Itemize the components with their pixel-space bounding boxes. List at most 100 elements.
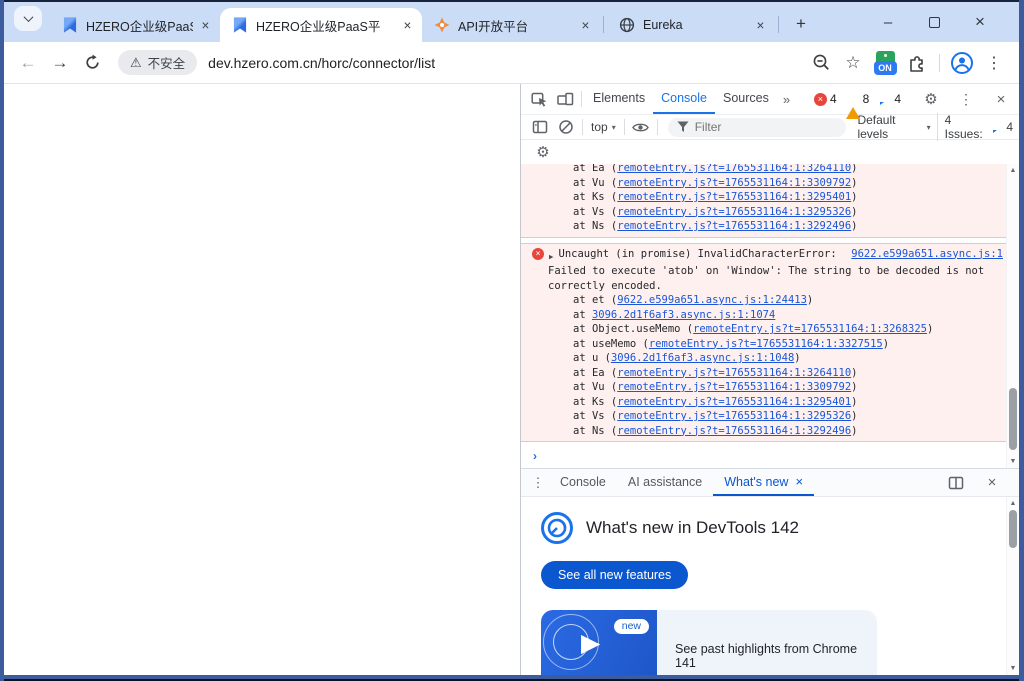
devtools-menu-button[interactable]: ⋮ (953, 86, 979, 112)
warning-icon: ! (846, 93, 860, 105)
console-messages: at Ea (remoteEntry.js?t=1765531164:1:326… (521, 164, 1019, 468)
devtools-panel: Elements Console Sources » × 4 ! 8 4 (520, 84, 1019, 675)
console-sidebar-toggle[interactable] (527, 114, 553, 140)
address-bar[interactable]: ⚠ 不安全 dev.hzero.com.cn/horc/connector/li… (112, 47, 796, 79)
clear-console-button[interactable] (553, 114, 579, 140)
stack-link[interactable]: remoteEntry.js?t=1765531164:1:3327515 (649, 338, 883, 350)
stack-link[interactable]: remoteEntry.js?t=1765531164:1:3295326 (617, 410, 851, 422)
device-toolbar-button[interactable] (552, 86, 578, 112)
past-highlights-card[interactable]: ▶ new See past highlights from Chrome 14… (541, 610, 877, 675)
maximize-button[interactable] (911, 7, 957, 37)
message-badge[interactable]: 4 (878, 92, 901, 106)
bookmark-button[interactable]: ☆ (838, 48, 868, 78)
context-selector[interactable]: top ▾ (586, 120, 621, 134)
stack-frame: at 3096.2d1f6af3.async.js:1:1074 (521, 308, 1006, 323)
expand-triangle-icon[interactable]: ▶ (549, 250, 554, 265)
error-badge[interactable]: × 4 (814, 92, 837, 106)
stack-link[interactable]: remoteEntry.js?t=1765531164:1:3292496 (617, 220, 851, 232)
live-expression-button[interactable] (628, 114, 654, 140)
stack-link[interactable]: remoteEntry.js?t=1765531164:1:3295401 (617, 191, 851, 203)
tab-elements[interactable]: Elements (585, 84, 653, 114)
stack-frame: at et (9622.e599a651.async.js:1:24413) (521, 293, 1006, 308)
browser-menu-button[interactable]: ⋮ (979, 48, 1009, 78)
console-scrollbar[interactable]: ▲ ▼ (1006, 164, 1019, 468)
filter-input[interactable] (695, 120, 835, 134)
devtools-logo-icon (541, 512, 573, 544)
minimize-button[interactable]: – (865, 7, 911, 37)
scroll-down-arrow[interactable]: ▼ (1007, 458, 1019, 465)
security-chip[interactable]: ⚠ 不安全 (118, 50, 197, 75)
stack-link[interactable]: remoteEntry.js?t=1765531164:1:3295401 (617, 396, 851, 408)
tab-close-icon[interactable]: × (399, 17, 416, 34)
drawer-tab-whats-new[interactable]: What's new × (713, 469, 814, 496)
drawer-close-button[interactable]: × (979, 470, 1005, 496)
forward-button[interactable]: → (44, 47, 76, 79)
stack-link[interactable]: remoteEntry.js?t=1765531164:1:3264110 (617, 164, 851, 174)
scroll-up-arrow[interactable]: ▲ (1007, 167, 1019, 174)
console-prompt[interactable]: › (521, 442, 1006, 463)
play-icon[interactable]: ▶ (581, 628, 600, 658)
message-count: 4 (894, 92, 901, 106)
tab-api-platform[interactable]: API开放平台 × (422, 8, 600, 42)
eye-icon (632, 121, 649, 134)
stack-link[interactable]: remoteEntry.js?t=1765531164:1:3309792 (617, 381, 851, 393)
drawer-tab-ai-assistance[interactable]: AI assistance (617, 469, 713, 496)
reload-button[interactable] (76, 47, 108, 79)
whats-new-panel: What's new in DevTools 142 See all new f… (521, 497, 1019, 675)
tab-close-icon[interactable]: × (752, 17, 769, 34)
log-levels-selector[interactable]: Default levels ▾ (853, 113, 934, 141)
back-button[interactable]: ← (12, 47, 44, 79)
devtools-badges: × 4 ! 8 4 ⚙ ⋮ × (814, 86, 1014, 112)
stack-link[interactable]: remoteEntry.js?t=1765531164:1:3295326 (617, 206, 851, 218)
new-tab-button[interactable]: + (788, 11, 814, 37)
window-close-button[interactable]: × (957, 7, 1003, 37)
drawer-menu-button[interactable]: ⋮ (527, 472, 549, 494)
stack-link[interactable]: remoteEntry.js?t=1765531164:1:3268325 (693, 323, 927, 335)
tab-hzero-2-active[interactable]: HZERO企业级PaaS平 × (220, 8, 422, 42)
console-settings-button[interactable]: ⚙ (530, 139, 556, 165)
warning-badge[interactable]: ! 8 (846, 92, 870, 106)
tab-console[interactable]: Console (653, 84, 715, 114)
drawer-tab-console[interactable]: Console (549, 469, 617, 496)
whats-new-header: What's new in DevTools 142 (541, 512, 993, 544)
error-block-uncaught: × ▶ Uncaught (in promise) InvalidCharact… (521, 243, 1006, 443)
stack-link[interactable]: remoteEntry.js?t=1765531164:1:3292496 (617, 425, 851, 437)
stack-link[interactable]: remoteEntry.js?t=1765531164:1:3264110 (617, 367, 851, 379)
devtools-settings-button[interactable]: ⚙ (918, 86, 944, 112)
tab-close-icon[interactable]: × (577, 17, 594, 34)
toolbar-right-icons: ☆ ON ⋮ (806, 48, 1011, 78)
extensions-button[interactable] (902, 48, 932, 78)
stack-frame: at Ks (remoteEntry.js?t=1765531164:1:329… (521, 190, 1006, 205)
tab-hzero-1[interactable]: HZERO企业级PaaS平 × (50, 8, 220, 42)
console-filter[interactable] (668, 118, 847, 137)
scrollbar-thumb[interactable] (1009, 510, 1017, 548)
toolbar-divider (581, 91, 582, 107)
reload-icon (84, 54, 101, 71)
extension-on-button[interactable]: ON (870, 48, 900, 78)
split-panel-button[interactable] (943, 470, 969, 496)
drawer-tab-close-icon[interactable]: × (795, 474, 803, 489)
stack-link[interactable]: 3096.2d1f6af3.async.js:1:1074 (592, 309, 775, 321)
inspect-element-button[interactable] (526, 86, 552, 112)
scroll-down-arrow[interactable]: ▼ (1007, 665, 1019, 672)
stack-link[interactable]: remoteEntry.js?t=1765531164:1:3309792 (617, 177, 851, 189)
error-header[interactable]: × ▶ Uncaught (in promise) InvalidCharact… (521, 246, 1006, 265)
issues-counter[interactable]: 4 Issues: 4 (937, 113, 1013, 141)
stack-link[interactable]: 3096.2d1f6af3.async.js:1:1048 (611, 352, 794, 364)
more-panels-button[interactable]: » (777, 92, 796, 107)
video-thumbnail[interactable]: ▶ new (541, 610, 657, 675)
devtools-close-button[interactable]: × (988, 86, 1014, 112)
tab-search-button[interactable] (14, 6, 42, 31)
stack-frame: at Ks (remoteEntry.js?t=1765531164:1:329… (521, 395, 1006, 410)
stack-link[interactable]: 9622.e599a651.async.js:1:24413 (617, 294, 807, 306)
profile-button[interactable] (947, 48, 977, 78)
scroll-up-arrow[interactable]: ▲ (1007, 500, 1019, 507)
whats-new-scrollbar[interactable]: ▲ ▼ (1006, 497, 1019, 675)
error-source-link[interactable]: 9622.e599a651.async.js:1 (843, 247, 1003, 262)
zoom-out-button[interactable] (806, 48, 836, 78)
scrollbar-thumb[interactable] (1009, 388, 1017, 450)
tab-eureka[interactable]: Eureka × (607, 8, 775, 42)
tab-sources[interactable]: Sources (715, 84, 777, 114)
tab-close-icon[interactable]: × (197, 17, 214, 34)
see-all-features-button[interactable]: See all new features (541, 561, 688, 589)
